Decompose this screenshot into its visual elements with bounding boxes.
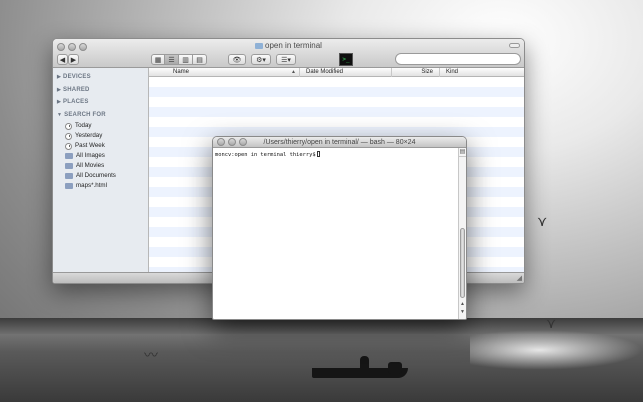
search-input[interactable] xyxy=(395,53,521,65)
sidebar-item-all-documents[interactable]: All Documents xyxy=(53,171,148,181)
scrollbar-thumb[interactable] xyxy=(460,228,465,298)
column-header-name[interactable]: Name ▲ xyxy=(149,68,299,77)
terminal-cursor xyxy=(316,151,320,157)
smart-folder-icon xyxy=(65,163,73,169)
wallpaper-bird-icon: 〰 xyxy=(144,347,158,363)
wallpaper-bird-icon: ⋎ xyxy=(546,315,557,331)
icon-view-button[interactable]: ▦ xyxy=(151,54,165,65)
terminal-scrollbar[interactable]: ▤ ▲ ▼ xyxy=(458,148,466,319)
finder-sidebar: ▶ DEVICES ▶ SHARED ▶ PLACES ▼ SEARCH FOR Tod… xyxy=(53,68,149,274)
folder-icon xyxy=(255,43,264,49)
window-title: open in terminal xyxy=(53,41,524,50)
sidebar-item-all-movies[interactable]: All Movies xyxy=(53,161,148,171)
sidebar-section-places[interactable]: ▶ PLACES xyxy=(57,96,148,109)
clock-icon xyxy=(65,122,72,130)
smart-folder-icon xyxy=(65,153,73,159)
sidebar-item-yesterday[interactable]: Yesterday xyxy=(53,131,148,141)
disclosure-triangle-icon[interactable]: ▶ xyxy=(57,87,61,93)
smart-folder-icon xyxy=(65,173,73,179)
wallpaper-boat-motor xyxy=(388,362,402,374)
split-pane-icon[interactable]: ▤ xyxy=(459,148,466,157)
terminal-prompt: moncv:open in terminal thierry$ xyxy=(215,152,316,158)
resize-grip-icon[interactable]: ◢ xyxy=(517,274,522,282)
terminal-window[interactable]: /Users/thierry/open in terminal/ — bash … xyxy=(212,136,467,320)
column-header-kind[interactable]: Kind xyxy=(439,68,496,77)
column-header-date-modified[interactable]: Date Modified xyxy=(299,68,391,77)
list-header: Name ▲ Date Modified Size Kind xyxy=(149,68,524,77)
scroll-up-arrow-icon[interactable]: ▲ xyxy=(459,301,466,307)
quick-look-button[interactable]: 👁 xyxy=(228,54,246,65)
gear-icon: ⚙▾ xyxy=(256,56,266,64)
terminal-content[interactable]: moncv:open in terminal thierry$ xyxy=(213,148,458,319)
column-view-button[interactable]: ▥ xyxy=(179,54,193,65)
back-button[interactable]: ◀ xyxy=(57,54,68,65)
arrange-menu-button[interactable]: ☰▾ xyxy=(276,54,296,65)
finder-titlebar[interactable]: open in terminal ◀ ▶ ▦ ☰ ▥ ▤ 👁 ⚙▾ ☰▾ >_ … xyxy=(53,39,524,68)
sidebar-section-search-for[interactable]: ▼ SEARCH FOR xyxy=(57,109,148,122)
column-header-size[interactable]: Size xyxy=(391,68,439,77)
sidebar-item-maps-html[interactable]: maps*.html xyxy=(53,181,148,191)
clock-icon xyxy=(65,142,72,150)
terminal-titlebar[interactable]: /Users/thierry/open in terminal/ — bash … xyxy=(213,137,466,148)
wallpaper-bird-icon: ⋎ xyxy=(537,213,548,229)
wallpaper-fisherman xyxy=(360,356,369,370)
open-in-terminal-button[interactable]: >_ xyxy=(339,53,353,66)
terminal-icon: >_ xyxy=(342,56,350,63)
sort-ascending-icon: ▲ xyxy=(291,69,296,75)
terminal-title: /Users/thierry/open in terminal/ — bash … xyxy=(263,139,416,146)
sidebar-section-shared[interactable]: ▶ SHARED xyxy=(57,84,148,97)
clock-icon xyxy=(65,132,72,140)
disclosure-triangle-icon[interactable]: ▶ xyxy=(57,99,61,105)
smart-folder-icon xyxy=(65,183,73,189)
sidebar-section-devices[interactable]: ▶ DEVICES xyxy=(57,71,148,84)
sidebar-item-past-week[interactable]: Past Week xyxy=(53,141,148,151)
forward-button[interactable]: ▶ xyxy=(68,54,79,65)
eye-icon: 👁 xyxy=(232,56,242,64)
disclosure-triangle-icon[interactable]: ▼ xyxy=(57,112,62,118)
sidebar-item-all-images[interactable]: All Images xyxy=(53,151,148,161)
scroll-down-arrow-icon[interactable]: ▼ xyxy=(459,309,466,315)
desktop-wallpaper-glare xyxy=(470,330,643,370)
action-menu-button[interactable]: ⚙▾ xyxy=(251,54,271,65)
toolbar-toggle-button[interactable] xyxy=(509,43,520,48)
view-mode-segmented-control: ▦ ☰ ▥ ▤ xyxy=(151,54,207,65)
list-view-button[interactable]: ☰ xyxy=(165,54,179,65)
disclosure-triangle-icon[interactable]: ▶ xyxy=(57,74,61,80)
sidebar-item-today[interactable]: Today xyxy=(53,121,148,131)
coverflow-view-button[interactable]: ▤ xyxy=(193,54,207,65)
arrange-icon: ☰▾ xyxy=(281,56,291,64)
